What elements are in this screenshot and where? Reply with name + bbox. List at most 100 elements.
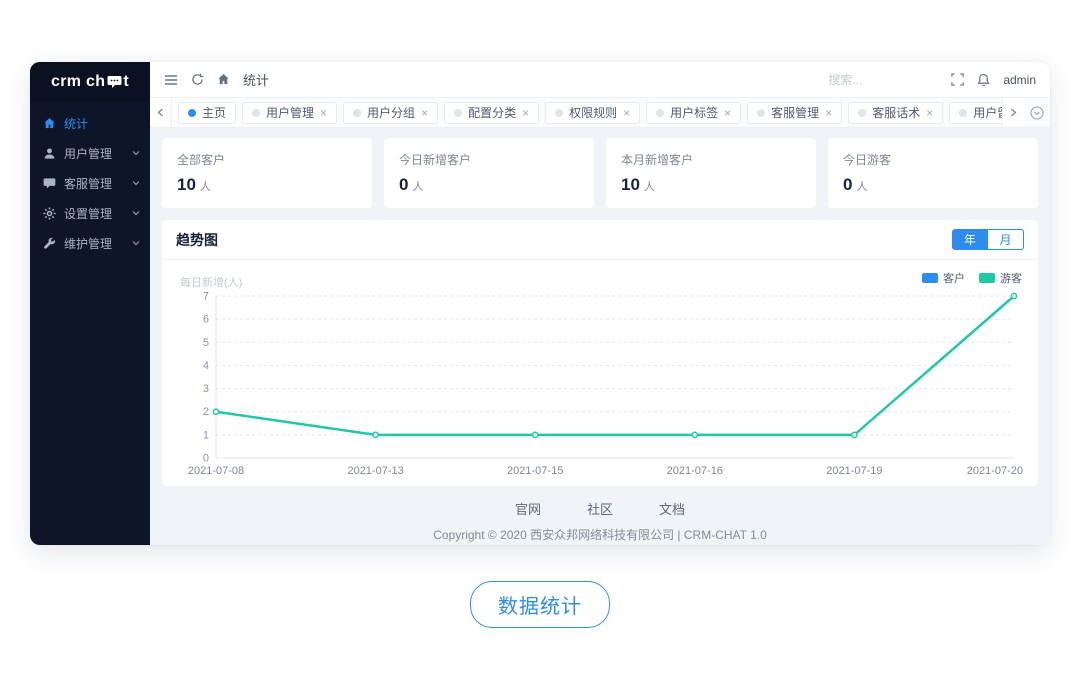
- close-tab-icon[interactable]: ×: [320, 107, 327, 119]
- wrench-icon: [43, 237, 56, 250]
- stat-unit: 人: [412, 178, 423, 194]
- sidebar-item-statistics[interactable]: 统计: [30, 108, 150, 138]
- tab-label: 用户留言: [973, 104, 1002, 121]
- footer-links: 官网 社区 文档: [162, 499, 1038, 518]
- sidebar-menu: 统计 用户管理 客服管理 设置管理: [30, 102, 150, 258]
- close-tab-icon[interactable]: ×: [522, 107, 529, 119]
- tab-user-groups[interactable]: 用户分组 ×: [343, 102, 438, 124]
- close-tab-icon[interactable]: ×: [825, 107, 832, 119]
- breadcrumb-home-icon[interactable]: [217, 73, 230, 86]
- tab-label: 客服管理: [771, 104, 819, 121]
- app-logo: crm ch t: [30, 62, 150, 102]
- sidebar-item-settings-management[interactable]: 设置管理: [30, 198, 150, 228]
- search-input[interactable]: [828, 73, 938, 87]
- legend-label: 客户: [943, 270, 965, 286]
- stat-card-new-customers-month: 本月新增客户 10人: [606, 138, 816, 208]
- app-window: crm ch t 统计 用户管理 客服管理: [30, 62, 1050, 545]
- svg-text:5: 5: [203, 337, 209, 349]
- legend-item-customers[interactable]: 客户: [922, 270, 965, 286]
- stat-value: 10: [621, 175, 640, 195]
- chart-body: 客户 游客 01234567每日新增(人)2021-07-082021-07-1…: [162, 260, 1038, 486]
- stat-label: 今日新增客户: [399, 151, 579, 168]
- tab-label: 用户标签: [670, 104, 718, 121]
- close-tab-icon[interactable]: ×: [724, 107, 731, 119]
- svg-text:2: 2: [203, 406, 209, 418]
- month-toggle-button[interactable]: 月: [988, 229, 1024, 250]
- stat-card-visitors-today: 今日游客 0人: [828, 138, 1038, 208]
- close-tab-icon[interactable]: ×: [926, 107, 933, 119]
- sidebar-item-label: 用户管理: [64, 145, 112, 162]
- legend-swatch-visitors: [979, 273, 995, 283]
- tab-status-dot: [188, 109, 196, 117]
- tab-label: 主页: [202, 104, 226, 121]
- tab-status-dot: [959, 109, 967, 117]
- legend-swatch-customers: [922, 273, 938, 283]
- sidebar: crm ch t 统计 用户管理 客服管理: [30, 62, 150, 545]
- tab-service-scripts[interactable]: 客服话术×: [848, 102, 943, 124]
- sidebar-item-label: 客服管理: [64, 175, 112, 192]
- legend-item-visitors[interactable]: 游客: [979, 270, 1022, 286]
- svg-text:0: 0: [203, 453, 209, 465]
- hamburger-menu-icon[interactable]: [164, 74, 178, 86]
- stat-card-new-customers-today: 今日新增客户 0人: [384, 138, 594, 208]
- tab-status-dot: [757, 109, 765, 117]
- tab-permission-rules[interactable]: 权限规则×: [545, 102, 640, 124]
- fullscreen-icon[interactable]: [951, 73, 964, 86]
- svg-text:2021-07-19: 2021-07-19: [826, 465, 882, 477]
- tab-label: 用户分组: [367, 104, 415, 121]
- footer-link-official-site[interactable]: 官网: [515, 499, 541, 518]
- user-menu[interactable]: admin: [1003, 73, 1036, 87]
- period-toggle: 年 月: [952, 229, 1024, 250]
- tab-status-dot: [454, 109, 462, 117]
- trend-line-chart: 01234567每日新增(人)2021-07-082021-07-132021-…: [176, 268, 1024, 480]
- tab-user-tags[interactable]: 用户标签 ×: [646, 102, 741, 124]
- chevron-down-icon: [132, 209, 140, 217]
- footer-link-docs[interactable]: 文档: [659, 499, 685, 518]
- bell-icon[interactable]: [977, 73, 990, 87]
- footer-link-community[interactable]: 社区: [587, 499, 613, 518]
- tab-status-dot: [656, 109, 664, 117]
- content: 全部客户 10人 今日新增客户 0人 本月新增客户 10人 今日游客 0人: [150, 128, 1050, 545]
- legend-label: 游客: [1000, 270, 1022, 286]
- breadcrumb: 统计: [243, 70, 269, 89]
- copyright-text: Copyright © 2020 西安众邦网络科技有限公司 | CRM-CHAT…: [162, 526, 1038, 543]
- chat-icon: [43, 177, 56, 190]
- stat-value: 0: [843, 175, 852, 195]
- sidebar-item-service-management[interactable]: 客服管理: [30, 168, 150, 198]
- svg-text:2021-07-16: 2021-07-16: [667, 465, 723, 477]
- sidebar-item-label: 设置管理: [64, 205, 112, 222]
- main-area: 统计 admin 主页 用户管理× 用户分组 × 配置分类× 权限规则× 用户标签…: [150, 62, 1050, 545]
- tab-service-management[interactable]: 客服管理 ×: [747, 102, 842, 124]
- stat-value: 10: [177, 175, 196, 195]
- refresh-icon[interactable]: [191, 73, 204, 86]
- tabs-scroll-right-button[interactable]: [1002, 98, 1024, 127]
- tab-user-messages[interactable]: 用户留言×: [949, 102, 1002, 124]
- svg-text:4: 4: [203, 360, 209, 372]
- chart-legend: 客户 游客: [922, 270, 1022, 286]
- stat-label: 今日游客: [843, 151, 1023, 168]
- close-tab-icon[interactable]: ×: [421, 107, 428, 119]
- tab-status-dot: [353, 109, 361, 117]
- svg-text:3: 3: [203, 383, 209, 395]
- logo-text-suffix: t: [123, 73, 129, 91]
- topbar: 统计 admin: [150, 62, 1050, 98]
- sidebar-item-user-management[interactable]: 用户管理: [30, 138, 150, 168]
- svg-text:2021-07-15: 2021-07-15: [507, 465, 563, 477]
- close-tab-icon[interactable]: ×: [623, 107, 630, 119]
- tab-options-icon[interactable]: [1024, 98, 1050, 127]
- chevron-down-icon: [132, 149, 140, 157]
- chevron-down-icon: [132, 179, 140, 187]
- tab-home[interactable]: 主页: [178, 102, 236, 124]
- footer: 官网 社区 文档 Copyright © 2020 西安众邦网络科技有限公司 |…: [162, 499, 1038, 543]
- year-toggle-button[interactable]: 年: [952, 229, 988, 250]
- tab-config-categories[interactable]: 配置分类×: [444, 102, 539, 124]
- tab-user-management[interactable]: 用户管理×: [242, 102, 337, 124]
- logo-text-prefix: crm ch: [51, 73, 105, 91]
- stats-row: 全部客户 10人 今日新增客户 0人 本月新增客户 10人 今日游客 0人: [162, 138, 1038, 208]
- stat-card-total-customers: 全部客户 10人: [162, 138, 372, 208]
- tabbar: 主页 用户管理× 用户分组 × 配置分类× 权限规则× 用户标签 × 客服管理 × 客…: [150, 98, 1050, 128]
- tab-list: 主页 用户管理× 用户分组 × 配置分类× 权限规则× 用户标签 × 客服管理 × 客…: [172, 98, 1002, 127]
- chart-header: 趋势图 年 月: [162, 220, 1038, 260]
- sidebar-item-maintenance-management[interactable]: 维护管理: [30, 228, 150, 258]
- tabs-scroll-left-button[interactable]: [150, 98, 172, 127]
